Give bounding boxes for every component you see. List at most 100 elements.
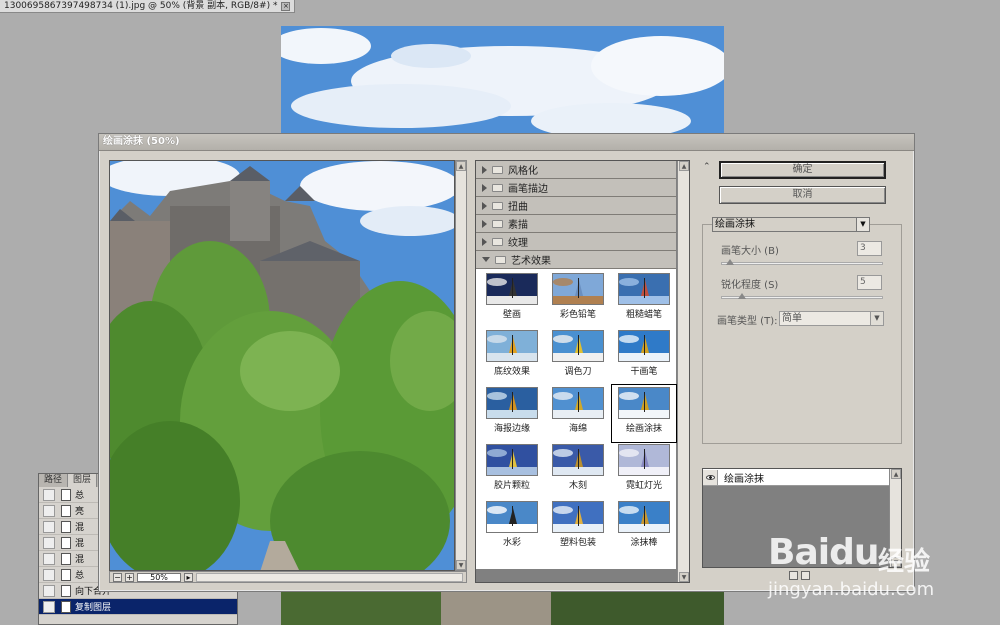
row-label: 总 — [75, 571, 85, 581]
watermark-logo-sub: 经验 — [878, 547, 931, 577]
filter-gallery: 风格化 画笔描边 扭曲 素描 纹理 艺术效果 壁画 彩色铅笔 粗糙蜡笔底纹效果 调色刀… — [475, 160, 690, 583]
history-row-selected[interactable]: 复制图层 — [39, 599, 237, 615]
scroll-down-icon[interactable]: ▼ — [456, 560, 466, 570]
document-icon — [61, 520, 71, 533]
brush-size-label: 画笔大小 (B) — [721, 246, 779, 257]
preview-horizontal-scrollbar[interactable] — [196, 572, 463, 582]
category-sketch[interactable]: 素描 — [476, 215, 676, 233]
scroll-down-icon[interactable]: ▼ — [679, 572, 689, 582]
filter-preview-image — [618, 387, 670, 419]
folder-icon — [492, 183, 503, 192]
ok-button[interactable]: 确定 — [719, 161, 886, 179]
folder-icon — [492, 201, 503, 210]
collapse-gallery-icon[interactable]: ⌃ — [703, 162, 711, 172]
brush-size-field[interactable]: 3 — [857, 241, 882, 256]
preview-image[interactable] — [109, 160, 455, 571]
chevron-down-icon[interactable]: ▼ — [870, 312, 883, 325]
scroll-up-icon[interactable]: ▲ — [891, 469, 901, 479]
filter-label: 调色刀 — [564, 367, 592, 377]
effect-layer-item[interactable]: 绘画涂抹 — [703, 469, 889, 486]
watermark-logo-text: Baidu — [768, 532, 879, 573]
filter-label: 粗糙蜡笔 — [625, 310, 662, 320]
filter-preview-image — [552, 444, 604, 476]
filter-label: 海报边缘 — [493, 424, 530, 434]
document-icon — [61, 600, 71, 613]
expand-icon — [482, 237, 487, 246]
document-tab[interactable]: 1300695867397498734 (1).jpg @ 50% (背景 副本… — [0, 0, 296, 13]
document-icon — [61, 568, 71, 581]
filter-thumbnail[interactable]: 水彩 — [480, 499, 544, 556]
brush-type-label: 画笔类型 (T): — [717, 316, 778, 327]
document-icon — [61, 552, 71, 565]
filter-select[interactable]: 绘画涂抹 ▼ — [712, 217, 870, 232]
cancel-button[interactable]: 取消 — [719, 186, 886, 204]
tab-paths[interactable]: 路径 — [39, 474, 69, 487]
filter-label: 胶片颗粒 — [493, 481, 530, 491]
filter-thumbnail[interactable]: 海报边缘 — [480, 385, 544, 442]
folder-icon — [492, 165, 503, 174]
filter-thumbnail[interactable]: 胶片颗粒 — [480, 442, 544, 499]
canvas-ground — [281, 592, 724, 625]
sharpness-label: 锐化程度 (S) — [721, 280, 779, 291]
document-icon — [61, 584, 71, 597]
checkbox[interactable] — [43, 568, 55, 581]
category-texture[interactable]: 纹理 — [476, 233, 676, 251]
sharpness-field[interactable]: 5 — [857, 275, 882, 290]
category-label: 画笔描边 — [508, 184, 548, 195]
category-label: 纹理 — [508, 238, 528, 249]
filter-preview-image — [618, 330, 670, 362]
filter-thumbnail[interactable]: 绘画涂抹 — [611, 384, 677, 443]
filter-thumbnail[interactable]: 木刻 — [546, 442, 610, 499]
brush-size-slider[interactable] — [721, 259, 883, 265]
filter-thumbnail[interactable]: 塑料包装 — [546, 499, 610, 556]
filter-preview-image — [552, 387, 604, 419]
filter-thumbnail[interactable]: 涂抹棒 — [612, 499, 676, 556]
filter-thumbnail[interactable]: 调色刀 — [546, 328, 610, 385]
filter-select-value: 绘画涂抹 — [715, 219, 755, 230]
dialog-title[interactable]: 绘画涂抹 (50%) — [99, 134, 914, 151]
chevron-down-icon[interactable]: ▼ — [856, 218, 869, 231]
preview-vertical-scrollbar[interactable]: ▲ ▼ — [455, 160, 467, 571]
category-brush-strokes[interactable]: 画笔描边 — [476, 179, 676, 197]
filter-thumbnail[interactable]: 海绵 — [546, 385, 610, 442]
filter-thumbnail[interactable]: 壁画 — [480, 271, 544, 328]
zoom-out-button[interactable]: − — [113, 572, 122, 582]
checkbox[interactable] — [43, 504, 55, 517]
checkbox[interactable] — [43, 520, 55, 533]
filter-thumbnail[interactable]: 干画笔 — [612, 328, 676, 385]
checkbox[interactable] — [43, 584, 55, 597]
sky-image — [281, 26, 724, 134]
ground-image — [281, 592, 724, 625]
brush-type-select[interactable]: 简单 ▼ — [779, 311, 884, 326]
sharpness-slider[interactable] — [721, 293, 883, 299]
filter-thumbnail[interactable]: 彩色铅笔 — [546, 271, 610, 328]
checkbox[interactable] — [43, 488, 55, 501]
tab-layers[interactable]: 图层 — [68, 474, 98, 487]
filter-thumbnail[interactable]: 霓虹灯光 — [612, 442, 676, 499]
scroll-up-icon[interactable]: ▲ — [679, 161, 689, 171]
slider-handle[interactable] — [738, 293, 747, 299]
filter-thumbnail[interactable]: 底纹效果 — [480, 328, 544, 385]
row-label: 混 — [75, 539, 85, 549]
category-label: 素描 — [508, 220, 528, 231]
document-icon — [61, 536, 71, 549]
row-label: 混 — [75, 523, 85, 533]
scroll-up-icon[interactable]: ▲ — [456, 161, 466, 171]
close-icon[interactable]: × — [281, 1, 291, 11]
category-distort[interactable]: 扭曲 — [476, 197, 676, 215]
zoom-dropdown-icon[interactable]: ▸ — [184, 572, 193, 582]
checkbox[interactable] — [43, 536, 55, 549]
zoom-in-button[interactable]: + — [125, 572, 134, 582]
checkbox[interactable] — [43, 552, 55, 565]
brush-type-value: 简单 — [782, 313, 802, 324]
gallery-vertical-scrollbar[interactable]: ▲ ▼ — [677, 161, 689, 582]
filter-label: 涂抹棒 — [630, 538, 658, 548]
category-stylize[interactable]: 风格化 — [476, 161, 676, 179]
document-icon — [61, 488, 71, 501]
checkbox[interactable] — [43, 600, 55, 613]
zoom-value[interactable]: 50% — [137, 572, 181, 582]
slider-handle[interactable] — [726, 259, 735, 265]
eye-icon[interactable] — [703, 469, 718, 485]
category-artistic[interactable]: 艺术效果 — [476, 251, 676, 269]
filter-thumbnail[interactable]: 粗糙蜡笔 — [612, 271, 676, 328]
